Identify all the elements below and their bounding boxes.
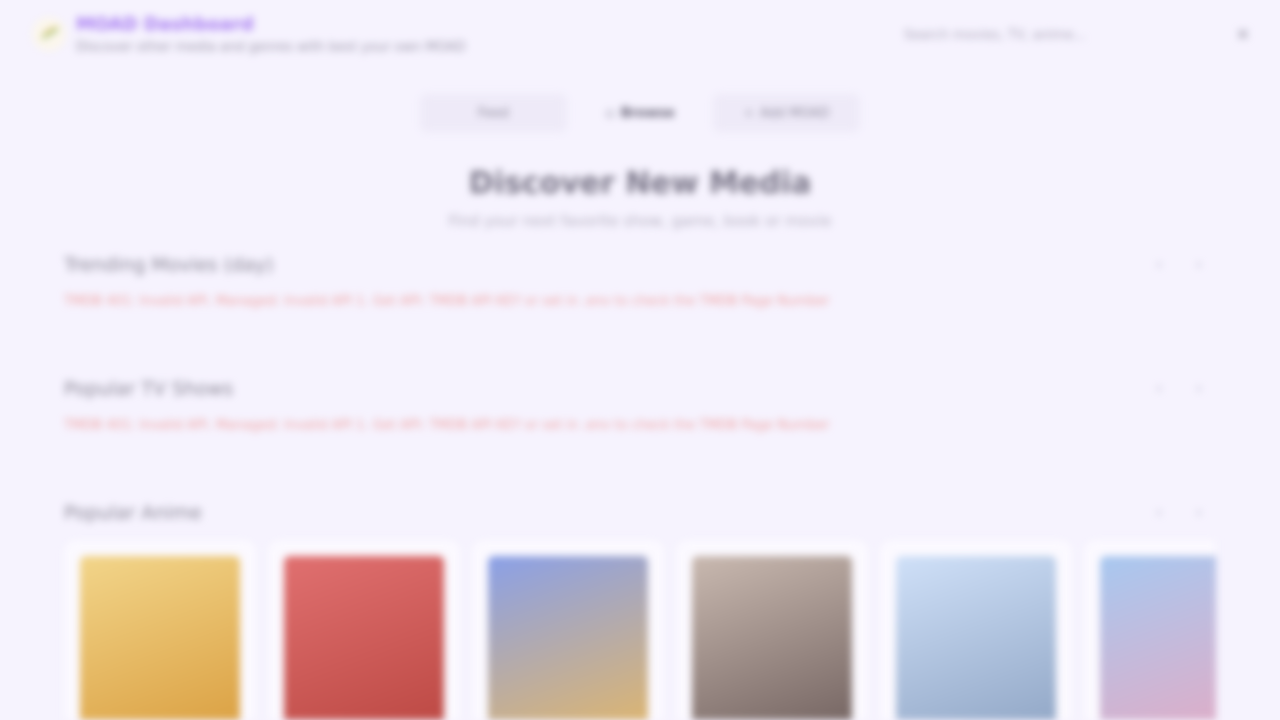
app-subtitle: Discover other media and genres with bes… bbox=[76, 40, 466, 55]
media-card[interactable] bbox=[268, 540, 460, 720]
poster-image bbox=[692, 556, 852, 720]
leaf-icon bbox=[41, 27, 59, 39]
plus-icon: + bbox=[743, 106, 754, 120]
page-title: Discover New Media bbox=[468, 166, 812, 201]
media-card[interactable] bbox=[64, 540, 256, 720]
media-card[interactable] bbox=[472, 540, 664, 720]
poster-image bbox=[284, 556, 444, 720]
tab-feed-label: Feed bbox=[477, 105, 509, 121]
error-message: TMDB 401: Invalid API. Managed: Invalid … bbox=[64, 418, 830, 433]
tab-add-moad[interactable]: + Add MOAD bbox=[713, 94, 861, 132]
section-title-popular-tv: Popular TV Shows bbox=[64, 378, 234, 400]
tab-add-moad-label: Add MOAD bbox=[759, 105, 830, 121]
app-header: MOAD Dashboard Discover other media and … bbox=[0, 0, 1280, 70]
page: MOAD Dashboard Discover other media and … bbox=[0, 0, 1280, 720]
chevron-right-icon[interactable]: › bbox=[1188, 254, 1210, 276]
chevron-right-icon[interactable]: › bbox=[1188, 502, 1210, 524]
media-card[interactable] bbox=[676, 540, 868, 720]
section-title-trending-movies: Trending Movies (day) bbox=[64, 254, 274, 276]
close-icon[interactable]: ✕ bbox=[1232, 24, 1254, 46]
compass-icon: ◇ bbox=[605, 106, 615, 120]
tab-browse-label: Browse bbox=[620, 105, 675, 121]
chevron-left-icon[interactable]: ‹ bbox=[1148, 254, 1170, 276]
search-input[interactable] bbox=[892, 20, 1212, 50]
chevron-left-icon[interactable]: ‹ bbox=[1148, 502, 1170, 524]
chevron-right-icon[interactable]: › bbox=[1188, 378, 1210, 400]
page-subtitle: Find your next favorite show, game, book… bbox=[448, 212, 832, 230]
poster-image bbox=[80, 556, 240, 720]
poster-image bbox=[488, 556, 648, 720]
chevron-left-icon[interactable]: ‹ bbox=[1148, 378, 1170, 400]
poster-image bbox=[1100, 556, 1216, 720]
section-title-popular-anime: Popular Anime bbox=[64, 502, 202, 524]
error-message: TMDB 401: Invalid API. Managed: Invalid … bbox=[64, 294, 830, 309]
app-title[interactable]: MOAD Dashboard bbox=[76, 14, 254, 35]
media-card[interactable] bbox=[1084, 540, 1216, 720]
tab-browse[interactable]: ◇ Browse bbox=[567, 94, 714, 132]
anime-carousel bbox=[64, 540, 1216, 720]
tab-feed[interactable]: Feed bbox=[420, 94, 567, 132]
poster-image bbox=[896, 556, 1056, 720]
view-tabs: Feed ◇ Browse + Add MOAD bbox=[420, 94, 861, 132]
media-card[interactable] bbox=[880, 540, 1072, 720]
